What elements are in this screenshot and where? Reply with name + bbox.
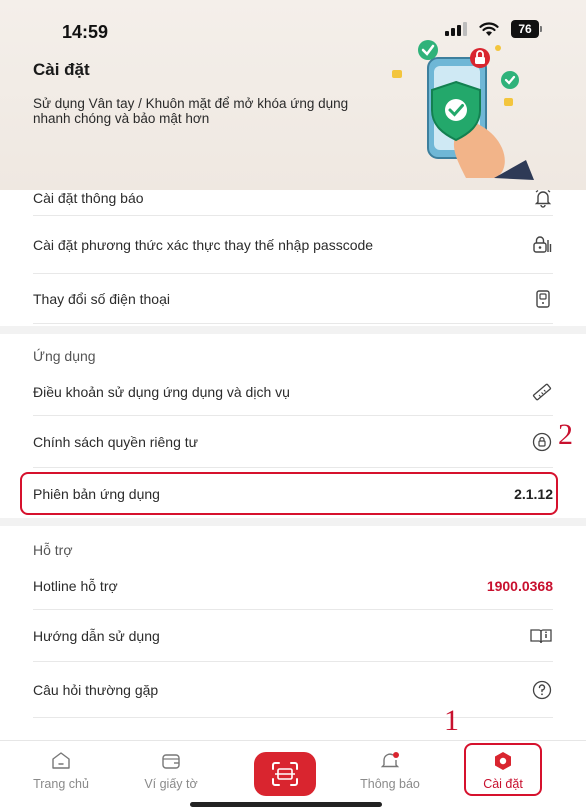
settings-header: 14:59 76 Cài đặt Sử dụng Vân tay / Khuôn… xyxy=(0,0,586,190)
nav-item-home[interactable]: Trang chủ xyxy=(16,749,106,791)
scan-button[interactable] xyxy=(254,752,316,796)
status-time: 14:59 xyxy=(62,22,109,42)
highlight-app-version xyxy=(20,472,558,515)
scan-icon xyxy=(272,762,298,786)
hotline-value[interactable]: 1900.0368 xyxy=(487,578,553,594)
settings-item-label: Chính sách quyền riêng tư xyxy=(33,433,199,450)
settings-item-privacy[interactable]: Chính sách quyền riêng tư xyxy=(33,416,553,468)
settings-item-label: Điều khoản sử dụng ứng dụng và dịch vụ xyxy=(33,383,290,400)
section-divider xyxy=(0,518,586,526)
section-title-support: Hỗ trợ xyxy=(33,542,73,558)
page-title: Cài đặt xyxy=(33,60,90,79)
bell-icon xyxy=(513,188,553,208)
privacy-icon xyxy=(513,431,553,453)
auth-method-icon xyxy=(513,235,553,255)
nav-item-wallet[interactable]: Ví giấy tờ xyxy=(126,749,216,791)
settings-item-label: Câu hỏi thường gặp xyxy=(33,681,159,698)
settings-item-user-guide[interactable]: Hướng dẫn sử dụng xyxy=(33,610,553,662)
section-divider xyxy=(0,326,586,334)
settings-item-label: Cài đặt phương thức xác thực thay thế nh… xyxy=(33,236,374,253)
biometric-illustration xyxy=(392,40,534,180)
wallet-icon xyxy=(160,749,182,773)
settings-item-hotline[interactable]: Hotline hỗ trợ 1900.0368 xyxy=(33,562,553,610)
nav-item-label: Thông báo xyxy=(360,777,420,791)
settings-item-change-phone[interactable]: Thay đổi số điện thoại xyxy=(33,274,553,324)
nav-item-label: Ví giấy tờ xyxy=(144,777,198,791)
settings-item-auth-method[interactable]: Cài đặt phương thức xác thực thay thế nh… xyxy=(33,216,553,274)
nav-item-label: Trang chủ xyxy=(33,777,89,791)
annotation-2: 2 xyxy=(558,418,573,451)
ruler-icon xyxy=(513,381,553,403)
settings-item-faq[interactable]: Câu hỏi thường gặp xyxy=(33,662,553,718)
settings-item-label: Thay đổi số điện thoại xyxy=(33,290,170,307)
settings-item-terms[interactable]: Điều khoản sử dụng ứng dụng và dịch vụ xyxy=(33,368,553,416)
nav-item-notifications[interactable]: Thông báo xyxy=(345,749,435,791)
highlight-settings-tab xyxy=(464,743,542,796)
home-icon xyxy=(50,749,72,773)
settings-item-notification[interactable]: Cài đặt thông báo xyxy=(33,180,553,216)
settings-item-label: Cài đặt thông báo xyxy=(33,189,144,206)
book-icon xyxy=(513,626,553,646)
header-description: Sử dụng Vân tay / Khuôn mặt để mở khóa ứ… xyxy=(33,96,349,126)
home-indicator xyxy=(190,802,382,807)
settings-item-label: Hướng dẫn sử dụng xyxy=(33,627,160,644)
annotation-1: 1 xyxy=(444,704,459,737)
settings-item-label: Hotline hỗ trợ xyxy=(33,577,118,594)
phone-icon xyxy=(513,289,553,309)
section-title-app: Ứng dụng xyxy=(33,348,96,364)
question-icon xyxy=(513,679,553,701)
notification-icon xyxy=(379,749,401,773)
